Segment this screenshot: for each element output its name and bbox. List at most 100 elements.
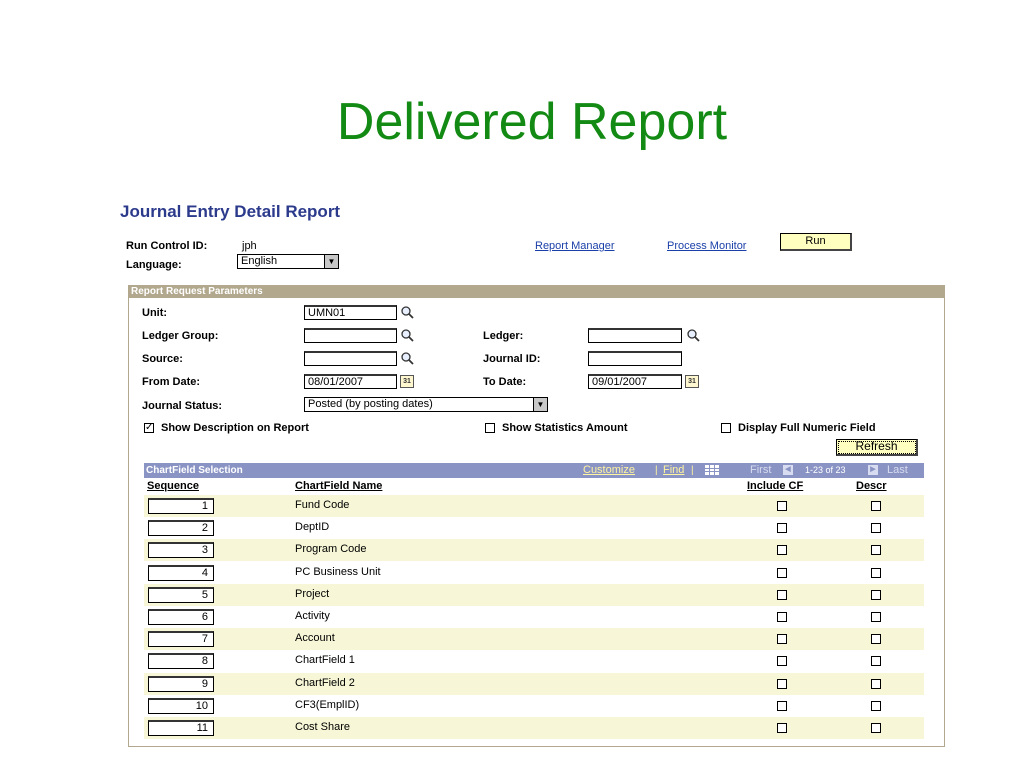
descr-checkbox[interactable] bbox=[871, 523, 881, 534]
calendar-icon[interactable]: 31 bbox=[685, 375, 699, 388]
chartfield-name: Fund Code bbox=[295, 499, 350, 511]
table-row: 10 CF3(EmplID) bbox=[144, 695, 924, 717]
separator: | bbox=[691, 465, 694, 476]
search-icon[interactable] bbox=[400, 305, 416, 319]
include-cf-checkbox[interactable] bbox=[777, 567, 787, 578]
chartfield-name: DeptID bbox=[295, 521, 330, 534]
last-link[interactable]: Last bbox=[887, 463, 908, 478]
separator: | bbox=[655, 465, 658, 476]
include-cf-checkbox[interactable] bbox=[777, 656, 787, 667]
chartfield-name: Account bbox=[295, 632, 335, 645]
table-row: 11 Cost Share bbox=[144, 717, 924, 739]
language-select[interactable]: English ▼ bbox=[237, 254, 339, 269]
sequence-input[interactable]: 7 bbox=[148, 631, 214, 648]
sequence-input[interactable]: 9 bbox=[148, 675, 214, 692]
unit-input[interactable]: UMN01 bbox=[304, 305, 397, 320]
table-row: 4 PC Business Unit bbox=[144, 562, 924, 584]
from-date-label: From Date: bbox=[142, 376, 201, 388]
to-date-input[interactable]: 09/01/2007 bbox=[588, 374, 682, 389]
refresh-button[interactable]: Refresh bbox=[836, 439, 918, 456]
display-full-numeric-label: Display Full Numeric Field bbox=[738, 422, 876, 434]
search-icon[interactable] bbox=[686, 328, 702, 342]
chartfield-name: Activity bbox=[295, 610, 330, 622]
chevron-down-icon: ▼ bbox=[533, 398, 547, 411]
process-monitor-link[interactable]: Process Monitor bbox=[667, 240, 746, 252]
search-icon[interactable] bbox=[400, 328, 416, 342]
sequence-input[interactable]: 4 bbox=[148, 564, 214, 581]
descr-checkbox[interactable] bbox=[871, 656, 881, 667]
descr-checkbox[interactable] bbox=[871, 612, 881, 622]
chartfield-name: Cost Share bbox=[295, 721, 351, 733]
sequence-input[interactable]: 5 bbox=[148, 586, 214, 603]
slide-title: Delivered Report bbox=[336, 93, 728, 151]
ledger-input[interactable] bbox=[588, 328, 682, 343]
sequence-input[interactable]: 6 bbox=[148, 609, 214, 625]
chartfield-name: Project bbox=[295, 587, 330, 600]
include-cf-checkbox[interactable] bbox=[777, 589, 787, 600]
journal-status-value: Posted (by posting dates) bbox=[308, 398, 433, 410]
descr-checkbox[interactable] bbox=[871, 723, 881, 733]
ledger-group-input[interactable] bbox=[304, 328, 397, 343]
chartfield-name: Program Code bbox=[295, 543, 367, 556]
show-description-checkbox[interactable]: ✓ bbox=[144, 423, 154, 433]
run-button[interactable]: Run bbox=[780, 233, 852, 251]
find-link[interactable]: Find bbox=[663, 463, 684, 478]
ledger-group-label: Ledger Group: bbox=[142, 330, 219, 342]
customize-link[interactable]: Customize bbox=[583, 463, 635, 478]
unit-label: Unit: bbox=[142, 307, 168, 319]
source-label: Source: bbox=[142, 353, 183, 365]
grid-view-icon[interactable] bbox=[705, 465, 719, 480]
table-row: 3 Program Code bbox=[144, 539, 924, 562]
journal-status-select[interactable]: Posted (by posting dates) ▼ bbox=[304, 397, 548, 412]
chevron-down-icon: ▼ bbox=[324, 255, 338, 268]
table-row: 5 Project bbox=[144, 583, 924, 606]
include-cf-checkbox[interactable] bbox=[777, 634, 787, 645]
chartfield-name: ChartField 2 bbox=[295, 676, 355, 689]
include-cf-checkbox[interactable] bbox=[777, 678, 787, 689]
column-header-descr[interactable]: Descr bbox=[856, 480, 887, 492]
next-arrow-icon[interactable]: ▶ bbox=[868, 465, 878, 475]
include-cf-checkbox[interactable] bbox=[777, 723, 787, 733]
include-cf-checkbox[interactable] bbox=[777, 700, 787, 711]
include-cf-checkbox[interactable] bbox=[777, 501, 787, 511]
panel-header: Report Request Parameters bbox=[129, 286, 944, 298]
descr-checkbox[interactable] bbox=[871, 678, 881, 689]
chartfield-name: ChartField 1 bbox=[295, 654, 355, 667]
sequence-input[interactable]: 8 bbox=[148, 653, 214, 670]
grid-title: ChartField Selection bbox=[146, 465, 243, 476]
sequence-input[interactable]: 10 bbox=[148, 697, 214, 714]
table-row: 9 ChartField 2 bbox=[144, 672, 924, 695]
sequence-input[interactable]: 2 bbox=[148, 520, 214, 537]
include-cf-checkbox[interactable] bbox=[777, 545, 787, 556]
include-cf-checkbox[interactable] bbox=[777, 612, 787, 622]
descr-checkbox[interactable] bbox=[871, 700, 881, 711]
run-control-label: Run Control ID: bbox=[126, 240, 208, 252]
journal-id-input[interactable] bbox=[588, 351, 682, 366]
previous-arrow-icon[interactable]: ◀ bbox=[783, 465, 793, 475]
descr-checkbox[interactable] bbox=[871, 567, 881, 578]
from-date-input[interactable]: 08/01/2007 bbox=[304, 374, 397, 389]
column-header-chartfield-name[interactable]: ChartField Name bbox=[295, 480, 382, 492]
table-row: 1 Fund Code bbox=[144, 495, 924, 517]
column-header-include-cf[interactable]: Include CF bbox=[747, 480, 803, 492]
calendar-icon[interactable]: 31 bbox=[400, 375, 414, 388]
descr-checkbox[interactable] bbox=[871, 589, 881, 600]
include-cf-checkbox[interactable] bbox=[777, 523, 787, 534]
first-link[interactable]: First bbox=[750, 463, 771, 478]
run-control-value: jph bbox=[242, 240, 257, 252]
search-icon[interactable] bbox=[400, 351, 416, 365]
sequence-input[interactable]: 11 bbox=[148, 720, 214, 736]
show-statistics-label: Show Statistics Amount bbox=[502, 422, 628, 434]
descr-checkbox[interactable] bbox=[871, 634, 881, 645]
ledger-label: Ledger: bbox=[483, 330, 524, 342]
source-input[interactable] bbox=[304, 351, 397, 366]
show-statistics-checkbox[interactable] bbox=[485, 423, 495, 433]
sequence-input[interactable]: 1 bbox=[148, 498, 214, 514]
sequence-input[interactable]: 3 bbox=[148, 542, 214, 559]
row-range: 1-23 of 23 bbox=[805, 465, 846, 475]
report-manager-link[interactable]: Report Manager bbox=[535, 240, 615, 252]
display-full-numeric-checkbox[interactable] bbox=[721, 423, 731, 433]
column-header-sequence[interactable]: Sequence bbox=[147, 480, 199, 492]
descr-checkbox[interactable] bbox=[871, 501, 881, 511]
descr-checkbox[interactable] bbox=[871, 545, 881, 556]
